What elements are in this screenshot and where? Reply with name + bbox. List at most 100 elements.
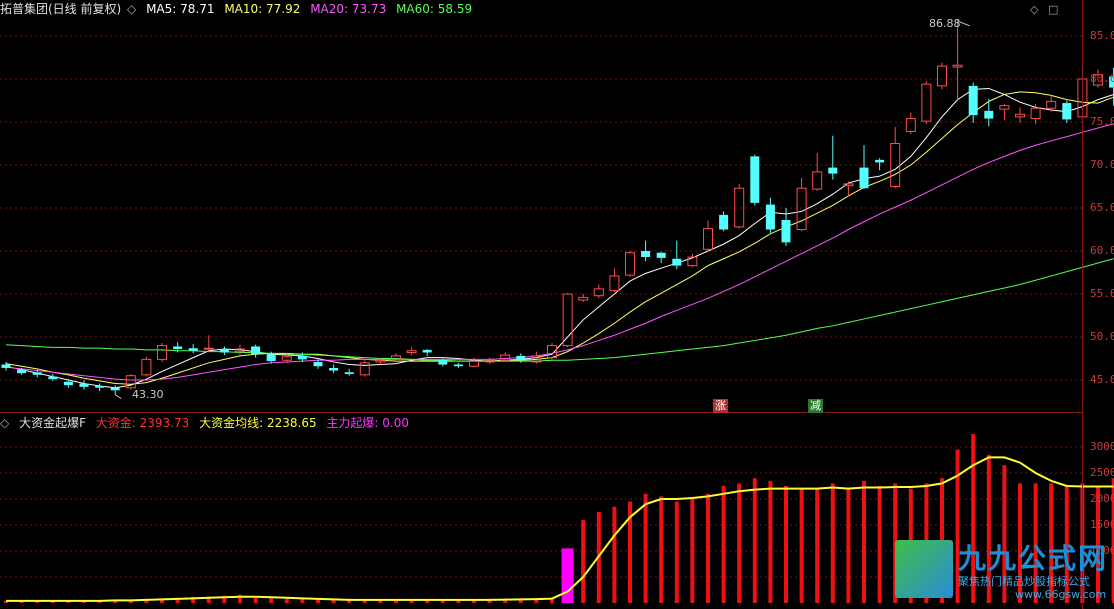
candle-body <box>703 228 713 250</box>
price-tick-85: 85.00 <box>1090 29 1114 42</box>
big-fund-bar <box>674 501 679 603</box>
big-fund-bar <box>269 597 274 603</box>
low-pointer <box>114 394 122 400</box>
ma5-label: MA5: 78.71 <box>146 2 215 16</box>
candle-body <box>375 359 386 363</box>
diamond-icon[interactable]: ◇ <box>1030 3 1038 16</box>
price-tick-60: 60.00 <box>1090 244 1114 257</box>
candle-body <box>516 355 526 361</box>
big-fund-bar <box>846 488 851 603</box>
candle-body <box>438 360 448 365</box>
chart-canvas[interactable] <box>0 0 1114 609</box>
chart-title[interactable]: 拓普集团(日线 前复权) <box>0 2 121 16</box>
low-price-label: 43.30 <box>132 388 164 401</box>
watermark-url: www.66gsw.com <box>1015 588 1107 601</box>
big-fund-bar <box>862 480 866 603</box>
jian-marker: 减 <box>808 399 823 413</box>
big-fund-bar <box>643 493 648 603</box>
candle-body <box>750 156 760 203</box>
big-fund-bar <box>815 488 820 603</box>
main-legend: 拓普集团(日线 前复权) ◇ MA5: 78.71 MA10: 77.92 MA… <box>0 0 478 18</box>
candle-body <box>79 383 89 387</box>
candle-body <box>203 347 214 350</box>
candle-body <box>1 364 11 368</box>
candle-body <box>313 361 323 367</box>
big-fund-bar <box>752 478 757 603</box>
big-fund-bar <box>284 598 289 603</box>
watermark-logo: 九九公式网 聚焦热门精品炒股指标公式 www.66gsw.com <box>895 537 1110 603</box>
ind-tick-2500: 2500 <box>1090 466 1114 479</box>
candle-body <box>796 187 807 230</box>
candle-body <box>188 348 198 351</box>
candle-body <box>968 85 978 116</box>
candle-body <box>469 360 479 367</box>
candle-body <box>359 362 370 376</box>
indicator-collapse-icon[interactable]: ◇ <box>0 416 9 430</box>
price-tick-55: 55.00 <box>1090 287 1114 300</box>
big-fund-bar <box>799 488 804 603</box>
watermark-subtitle: 聚焦热门精品炒股指标公式 <box>958 575 1090 588</box>
candle-body <box>828 167 838 174</box>
candle-body <box>32 372 42 375</box>
big-fund-bar <box>690 499 695 603</box>
candle-body <box>641 251 651 258</box>
candle-body <box>593 288 604 297</box>
candle-body <box>984 110 994 119</box>
candle-body <box>329 367 339 371</box>
big-fund-bar <box>581 519 586 603</box>
ma20-label: MA20: 73.73 <box>310 2 387 16</box>
candle-body <box>157 345 167 360</box>
candle-body <box>141 358 152 376</box>
price-tick-45: 45.00 <box>1090 373 1114 386</box>
candle-body <box>281 356 292 361</box>
candle-body <box>625 252 635 276</box>
big-fund-bar <box>721 486 726 603</box>
high-price-label: 86.88 <box>929 17 961 30</box>
candle-body <box>63 381 73 386</box>
candle-body <box>859 167 869 189</box>
indicator-legend: ◇ 大资金起爆F 大资金: 2393.73 大资金均线: 2238.65 主力起… <box>0 414 415 432</box>
candle-body <box>422 349 432 353</box>
candle-body <box>344 372 354 374</box>
big-fund-label: 大资金: 2393.73 <box>95 416 190 430</box>
candle-body <box>110 387 120 391</box>
big-fund-ma-label: 大资金均线: 2238.65 <box>199 416 317 430</box>
candle-body <box>266 354 276 362</box>
candle-body <box>500 354 511 361</box>
big-fund-bar <box>612 506 617 603</box>
candle-body <box>297 355 307 360</box>
candle-body <box>95 386 105 388</box>
candle-body <box>672 258 682 266</box>
candle-body <box>719 214 729 230</box>
candle-body <box>921 83 932 122</box>
ind-tick-3000: 3000 <box>1090 440 1114 453</box>
big-fund-bar <box>784 486 788 603</box>
candle-body <box>1062 103 1072 120</box>
square-icon[interactable]: □ <box>1048 3 1058 16</box>
price-tick-75: 75.00 <box>1090 115 1114 128</box>
candle-body <box>1030 107 1041 120</box>
candle-body <box>1015 113 1025 118</box>
indicator-title[interactable]: 大资金起爆F <box>19 416 86 430</box>
dropdown-icon[interactable]: ◇ <box>127 2 136 16</box>
candle-body <box>17 369 27 374</box>
candle-body <box>562 293 573 347</box>
candle-body <box>905 118 916 132</box>
candle-body <box>875 159 885 163</box>
candle-body <box>609 275 620 292</box>
candle-body <box>999 105 1010 110</box>
ma10-line <box>5 91 1114 385</box>
ma10-label: MA10: 77.92 <box>224 2 301 16</box>
chart-window: 拓普集团(日线 前复权) ◇ MA5: 78.71 MA10: 77.92 MA… <box>0 0 1114 609</box>
ind-tick-1500: 1500 <box>1090 518 1114 531</box>
candle-body <box>656 252 666 258</box>
big-fund-bar <box>659 496 664 603</box>
candle-body <box>937 65 947 87</box>
watermark-icon <box>895 540 953 598</box>
candle-body <box>173 346 183 350</box>
price-axis-line <box>1082 0 1083 609</box>
ma60-label: MA60: 58.59 <box>396 2 473 16</box>
panel-divider <box>0 412 1082 413</box>
candle-body <box>547 345 557 359</box>
big-fund-bar <box>877 486 882 603</box>
